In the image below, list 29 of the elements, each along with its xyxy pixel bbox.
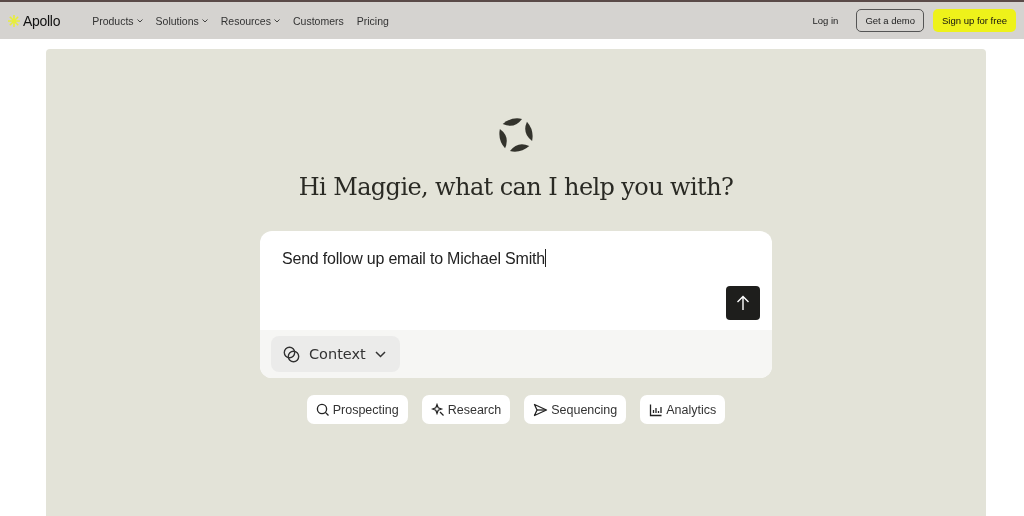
send-button[interactable] bbox=[726, 286, 760, 320]
suggestion-chip[interactable]: Research bbox=[421, 395, 511, 424]
chevron-down-icon bbox=[136, 18, 143, 23]
demo-button[interactable]: Get a demo bbox=[856, 9, 925, 32]
brand-name[interactable]: Apollo bbox=[23, 12, 61, 29]
login-link[interactable]: Log in bbox=[803, 9, 848, 32]
search-icon bbox=[315, 402, 330, 417]
chevron-down-icon bbox=[273, 18, 280, 23]
nav-link[interactable]: Customers bbox=[292, 14, 344, 27]
sunburst-icon bbox=[8, 14, 20, 27]
chevron-down-icon bbox=[374, 350, 386, 358]
context-dropdown[interactable]: Context bbox=[271, 336, 400, 372]
nav-link[interactable]: Resources bbox=[220, 14, 280, 27]
nav-link[interactable]: Products bbox=[92, 14, 143, 27]
prompt-input[interactable]: Send follow up email to Michael Smith Context bbox=[260, 231, 772, 378]
greeting-heading: Hi Maggie, what can I help you with? bbox=[298, 173, 734, 201]
nav-link[interactable]: Solutions bbox=[155, 14, 208, 27]
send-icon bbox=[533, 402, 549, 417]
suggestion-chip[interactable]: Sequencing bbox=[524, 395, 627, 424]
suggestion-chip[interactable]: Prospecting bbox=[306, 395, 408, 424]
nav-link[interactable]: Pricing bbox=[356, 14, 389, 27]
suggestion-chip[interactable]: Analytics bbox=[640, 395, 726, 424]
arrow-up-icon bbox=[736, 295, 750, 311]
sparkle-icon bbox=[430, 402, 445, 417]
overlapping-circles-icon bbox=[283, 345, 300, 363]
logo-icon bbox=[498, 117, 534, 153]
signup-button[interactable]: Sign up for free bbox=[933, 9, 1016, 32]
chevron-down-icon bbox=[201, 18, 208, 23]
bar-chart-icon bbox=[649, 402, 664, 417]
